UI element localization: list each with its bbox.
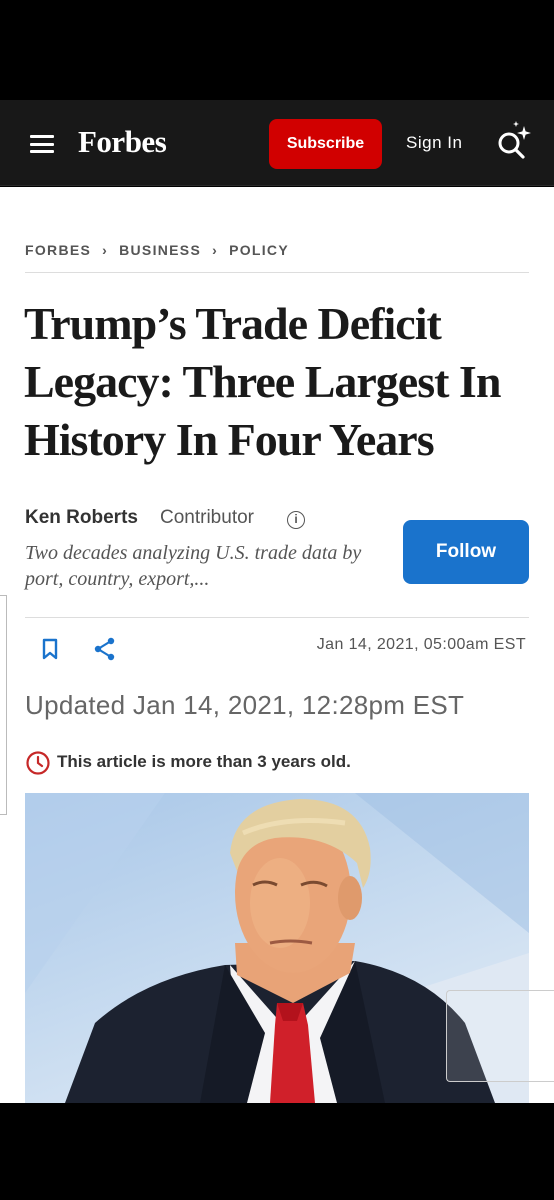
author-bio: Two decades analyzing U.S. trade data by…	[25, 542, 362, 590]
publish-date: Jan 14, 2021, 05:00am EST	[316, 636, 526, 653]
author-role: Contributor	[160, 507, 254, 528]
sign-in-link[interactable]: Sign In	[406, 133, 462, 153]
follow-button[interactable]: Follow	[403, 520, 529, 584]
clock-icon	[26, 751, 50, 775]
top-navbar: Forbes Subscribe Sign In	[0, 100, 554, 186]
system-navigation-bar	[0, 1103, 554, 1200]
left-edge-handle[interactable]	[0, 595, 7, 815]
menu-icon[interactable]	[30, 135, 54, 153]
breadcrumb-policy[interactable]: POLICY	[229, 242, 289, 258]
chevron-right-icon: ›	[212, 242, 219, 258]
bookmark-icon[interactable]	[38, 637, 62, 661]
article-headline: Trump’s Trade Deficit Legacy: Three Larg…	[24, 298, 501, 465]
status-bar	[0, 0, 554, 88]
divider	[25, 617, 529, 618]
article-page: FORBES › BUSINESS › POLICY Trump’s Trade…	[0, 187, 554, 1103]
article-age-notice: This article is more than 3 years old.	[57, 752, 351, 771]
chevron-right-icon: ›	[102, 242, 109, 258]
updated-date: Updated Jan 14, 2021, 12:28pm EST	[25, 690, 465, 720]
author-name[interactable]: Ken Roberts	[25, 507, 138, 529]
breadcrumb-business[interactable]: BUSINESS	[119, 242, 201, 258]
share-icon[interactable]	[92, 636, 118, 662]
divider	[25, 272, 529, 273]
info-icon[interactable]: i	[287, 511, 305, 529]
search-sparkle-icon[interactable]	[494, 120, 538, 164]
forbes-logo[interactable]: Forbes	[78, 124, 167, 160]
subscribe-button[interactable]: Subscribe	[269, 119, 382, 169]
breadcrumb: FORBES › BUSINESS › POLICY	[25, 242, 289, 258]
breadcrumb-forbes[interactable]: FORBES	[25, 242, 91, 258]
floating-widget[interactable]	[446, 990, 554, 1082]
